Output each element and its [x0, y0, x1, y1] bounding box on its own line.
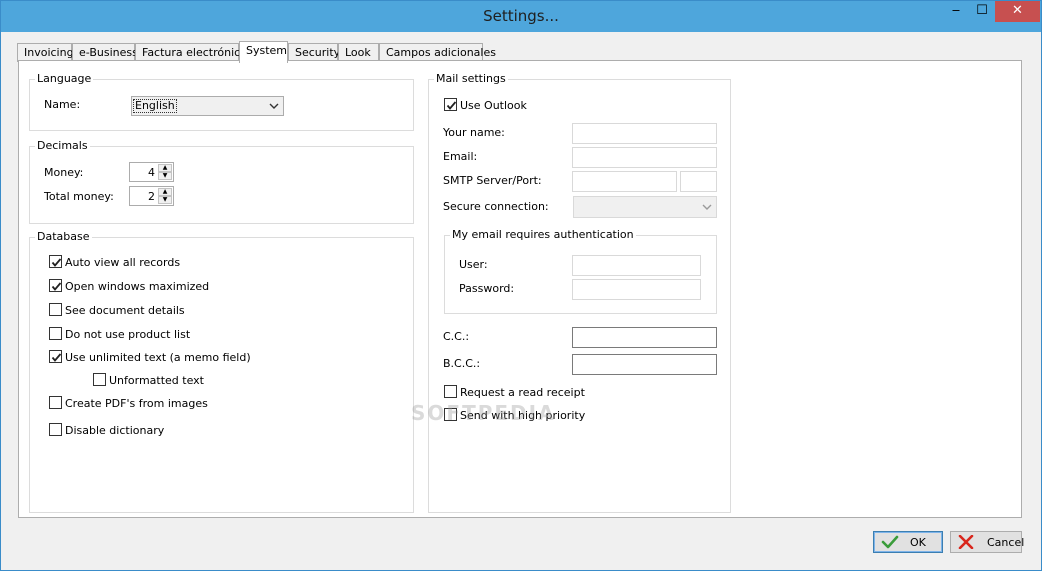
- settings-window: Settings... ‒ ☐ ✕ Invoicing e-Business F…: [0, 0, 1042, 571]
- ok-button[interactable]: OK: [873, 531, 943, 553]
- tab-label: Invoicing: [24, 46, 74, 59]
- secure-connection-label: Secure connection:: [443, 200, 549, 213]
- see-document-details-checkbox[interactable]: [49, 303, 62, 316]
- password-input[interactable]: [572, 279, 701, 300]
- spin-down-icon[interactable]: ▼: [158, 172, 172, 180]
- use-unlimited-text-label: Use unlimited text (a memo field): [65, 351, 251, 364]
- decimals-group-title: Decimals: [35, 139, 90, 152]
- unformatted-text-checkbox[interactable]: [93, 373, 106, 386]
- cc-label: C.C.:: [443, 330, 470, 343]
- close-icon: ✕: [1012, 3, 1023, 18]
- total-money-label: Total money:: [44, 190, 114, 203]
- open-windows-maximized-checkbox[interactable]: [49, 279, 62, 292]
- cancel-button-label: Cancel: [987, 536, 1025, 549]
- minimize-icon: ‒: [951, 3, 961, 18]
- system-tab-panel: Language Name: English Decimals Money: 4…: [18, 60, 1022, 518]
- mail-settings-group-title: Mail settings: [434, 72, 508, 85]
- money-spinner[interactable]: 4 ▲ ▼: [129, 162, 174, 182]
- disable-dictionary-checkbox[interactable]: [49, 423, 62, 436]
- tab-label: System: [246, 44, 288, 57]
- smtp-port-input[interactable]: [680, 171, 717, 192]
- spin-up-icon[interactable]: ▲: [158, 164, 172, 172]
- secure-connection-select[interactable]: [573, 196, 717, 218]
- cc-input[interactable]: [572, 327, 717, 348]
- window-title: Settings...: [483, 7, 559, 25]
- title-bar[interactable]: Settings... ‒ ☐ ✕: [1, 1, 1041, 32]
- request-read-receipt-checkbox[interactable]: [444, 385, 457, 398]
- tab-system[interactable]: System: [239, 41, 288, 63]
- checkmark-icon: [881, 535, 899, 549]
- money-value: 4: [148, 166, 155, 179]
- your-name-input[interactable]: [572, 123, 717, 144]
- use-outlook-label: Use Outlook: [460, 99, 527, 112]
- smtp-server-port-label: SMTP Server/Port:: [443, 174, 542, 187]
- tab-label: Security: [295, 46, 341, 59]
- unformatted-text-label: Unformatted text: [109, 374, 204, 387]
- your-name-label: Your name:: [443, 126, 505, 139]
- tab-label: Factura electrónica: [142, 46, 247, 59]
- use-outlook-checkbox[interactable]: [444, 98, 457, 111]
- spin-down-icon[interactable]: ▼: [158, 196, 172, 204]
- checkmark-icon: [51, 258, 62, 267]
- cancel-button[interactable]: Cancel: [950, 531, 1025, 553]
- language-group: Language Name: English: [29, 72, 414, 131]
- total-money-value: 2: [148, 190, 155, 203]
- tab-label: Look: [345, 46, 371, 59]
- total-money-spinner[interactable]: 2 ▲ ▼: [129, 186, 174, 206]
- user-input[interactable]: [572, 255, 701, 276]
- authentication-group-title: My email requires authentication: [450, 228, 636, 241]
- ok-button-label: OK: [910, 536, 926, 549]
- dialog-client: Invoicing e-Business Factura electrónica…: [9, 32, 1033, 564]
- auto-view-all-records-checkbox[interactable]: [49, 255, 62, 268]
- checkmark-icon: [446, 101, 457, 110]
- mail-settings-group: Mail settings Use Outlook Your name: Ema…: [428, 72, 731, 513]
- softpedia-watermark: SOFTPEDIA: [411, 401, 556, 425]
- language-group-title: Language: [35, 72, 94, 85]
- red-x-icon: [958, 535, 974, 549]
- chevron-down-icon: [702, 204, 712, 210]
- disable-dictionary-label: Disable dictionary: [65, 424, 165, 437]
- see-document-details-label: See document details: [65, 304, 185, 317]
- tab-label: e-Business: [79, 46, 138, 59]
- user-label: User:: [459, 258, 488, 271]
- money-label: Money:: [44, 166, 84, 179]
- chevron-down-icon: [269, 103, 279, 109]
- tab-label: Campos adicionales: [386, 46, 496, 59]
- checkmark-icon: [51, 353, 62, 362]
- maximize-icon: ☐: [976, 3, 988, 18]
- email-input[interactable]: [572, 147, 717, 168]
- password-label: Password:: [459, 282, 515, 295]
- minimize-button[interactable]: ‒: [943, 1, 969, 22]
- create-pdfs-from-images-checkbox[interactable]: [49, 396, 62, 409]
- smtp-server-input[interactable]: [572, 171, 677, 192]
- bcc-label: B.C.C.:: [443, 357, 481, 370]
- request-read-receipt-label: Request a read receipt: [460, 386, 585, 399]
- use-unlimited-text-checkbox[interactable]: [49, 350, 62, 363]
- close-button[interactable]: ✕: [995, 1, 1040, 22]
- do-not-use-product-list-checkbox[interactable]: [49, 327, 62, 340]
- create-pdfs-from-images-label: Create PDF's from images: [65, 397, 208, 410]
- database-group: Database Auto view all records Open wind…: [29, 230, 414, 513]
- spin-up-icon[interactable]: ▲: [158, 188, 172, 196]
- language-select-value: English: [133, 99, 177, 113]
- open-windows-maximized-label: Open windows maximized: [65, 280, 210, 293]
- authentication-group: My email requires authentication User: P…: [444, 228, 717, 314]
- decimals-group: Decimals Money: 4 ▲ ▼ Total money: 2 ▲ ▼: [29, 139, 414, 224]
- language-select[interactable]: English: [131, 96, 284, 116]
- email-label: Email:: [443, 150, 478, 163]
- auto-view-all-records-label: Auto view all records: [65, 256, 181, 269]
- do-not-use-product-list-label: Do not use product list: [65, 328, 191, 341]
- maximize-button[interactable]: ☐: [969, 1, 995, 22]
- database-group-title: Database: [35, 230, 92, 243]
- language-name-label: Name:: [44, 98, 81, 111]
- bcc-input[interactable]: [572, 354, 717, 375]
- checkmark-icon: [51, 282, 62, 291]
